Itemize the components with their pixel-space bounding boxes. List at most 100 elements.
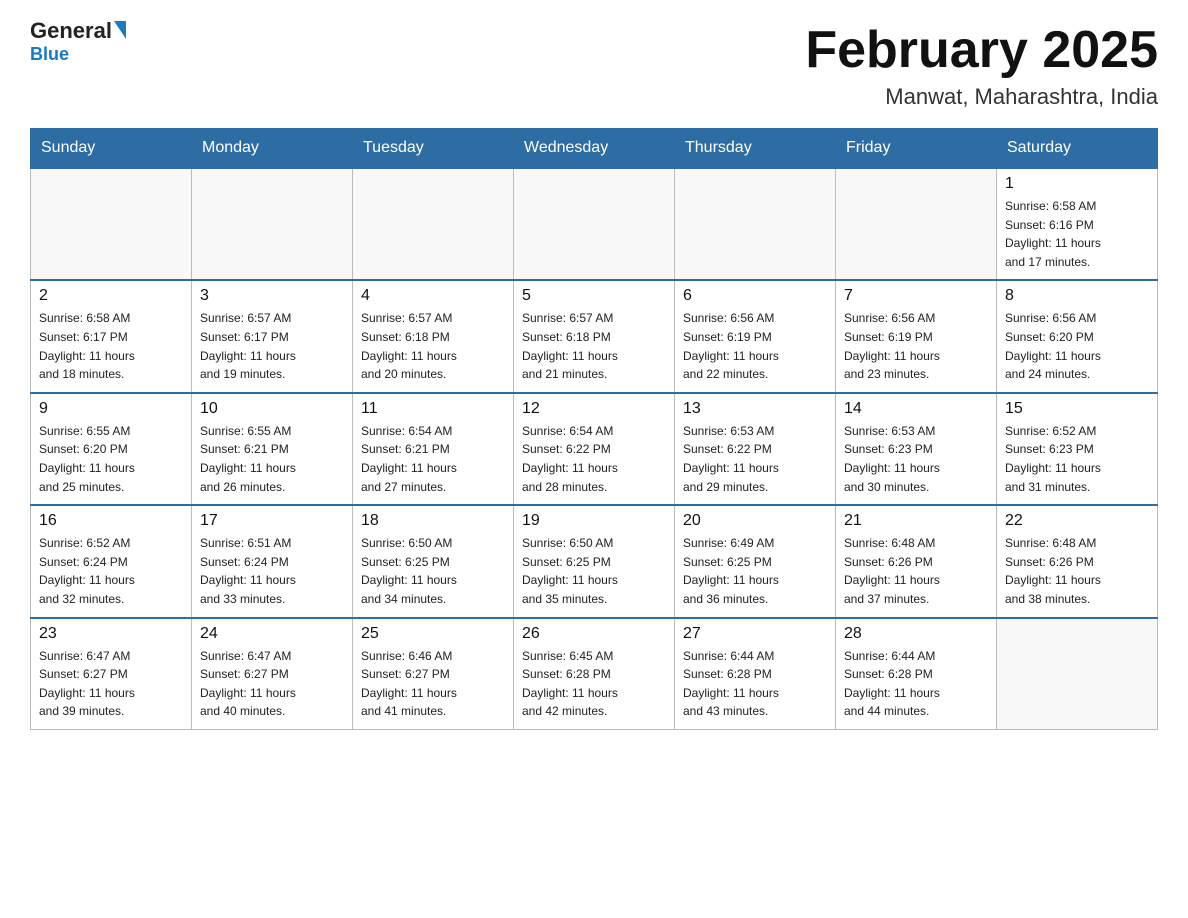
calendar-cell: 6 Sunrise: 6:56 AM Sunset: 6:19 PM Daylig… [675, 280, 836, 392]
logo-general: General [30, 20, 112, 42]
logo-triangle-icon [114, 21, 126, 39]
calendar-cell: 16 Sunrise: 6:52 AM Sunset: 6:24 PM Dayli… [31, 505, 192, 617]
calendar-cell: 11 Sunrise: 6:54 AM Sunset: 6:21 PM Dayli… [353, 393, 514, 505]
week-row-2: 2 Sunrise: 6:58 AM Sunset: 6:17 PM Daylig… [31, 280, 1158, 392]
day-number: 4 [361, 287, 505, 305]
weekday-header-wednesday: Wednesday [514, 129, 675, 169]
day-info: Sunrise: 6:54 AM Sunset: 6:22 PM Dayligh… [522, 422, 666, 496]
day-number: 15 [1005, 400, 1149, 418]
day-number: 8 [1005, 287, 1149, 305]
day-info: Sunrise: 6:47 AM Sunset: 6:27 PM Dayligh… [39, 647, 183, 721]
page-header: General Blue February 2025 Manwat, Mahar… [30, 20, 1158, 110]
calendar-cell: 4 Sunrise: 6:57 AM Sunset: 6:18 PM Daylig… [353, 280, 514, 392]
weekday-header-sunday: Sunday [31, 129, 192, 169]
day-number: 23 [39, 625, 183, 643]
day-info: Sunrise: 6:54 AM Sunset: 6:21 PM Dayligh… [361, 422, 505, 496]
day-number: 17 [200, 512, 344, 530]
day-number: 16 [39, 512, 183, 530]
day-number: 5 [522, 287, 666, 305]
day-info: Sunrise: 6:52 AM Sunset: 6:23 PM Dayligh… [1005, 422, 1149, 496]
weekday-header-friday: Friday [836, 129, 997, 169]
calendar-cell: 25Sunrise: 6:46 AM Sunset: 6:27 PM Dayli… [353, 618, 514, 730]
calendar-cell: 21Sunrise: 6:48 AM Sunset: 6:26 PM Dayli… [836, 505, 997, 617]
day-number: 18 [361, 512, 505, 530]
day-number: 6 [683, 287, 827, 305]
day-info: Sunrise: 6:45 AM Sunset: 6:28 PM Dayligh… [522, 647, 666, 721]
day-number: 19 [522, 512, 666, 530]
week-row-4: 16 Sunrise: 6:52 AM Sunset: 6:24 PM Dayli… [31, 505, 1158, 617]
calendar-cell: 10Sunrise: 6:55 AM Sunset: 6:21 PM Dayli… [192, 393, 353, 505]
day-info: Sunrise: 6:57 AM Sunset: 6:18 PM Dayligh… [522, 309, 666, 383]
weekday-header-monday: Monday [192, 129, 353, 169]
calendar-cell: 8 Sunrise: 6:56 AM Sunset: 6:20 PM Daylig… [997, 280, 1158, 392]
calendar-cell [514, 168, 675, 280]
calendar-cell: 9 Sunrise: 6:55 AM Sunset: 6:20 PM Daylig… [31, 393, 192, 505]
calendar-title-area: February 2025 Manwat, Maharashtra, India [805, 20, 1158, 110]
calendar-cell: 13 Sunrise: 6:53 AM Sunset: 6:22 PM Dayli… [675, 393, 836, 505]
calendar-cell: 18 Sunrise: 6:50 AM Sunset: 6:25 PM Dayli… [353, 505, 514, 617]
calendar-cell: 7 Sunrise: 6:56 AM Sunset: 6:19 PM Daylig… [836, 280, 997, 392]
calendar-table: SundayMondayTuesdayWednesdayThursdayFrid… [30, 128, 1158, 730]
calendar-cell: 28 Sunrise: 6:44 AM Sunset: 6:28 PM Dayli… [836, 618, 997, 730]
day-info: Sunrise: 6:44 AM Sunset: 6:28 PM Dayligh… [683, 647, 827, 721]
weekday-header-thursday: Thursday [675, 129, 836, 169]
day-number: 11 [361, 400, 505, 418]
calendar-cell [31, 168, 192, 280]
day-number: 13 [683, 400, 827, 418]
weekday-header-saturday: Saturday [997, 129, 1158, 169]
day-info: Sunrise: 6:52 AM Sunset: 6:24 PM Dayligh… [39, 534, 183, 608]
month-title: February 2025 [805, 20, 1158, 80]
day-info: Sunrise: 6:48 AM Sunset: 6:26 PM Dayligh… [1005, 534, 1149, 608]
day-info: Sunrise: 6:53 AM Sunset: 6:22 PM Dayligh… [683, 422, 827, 496]
calendar-cell: 2 Sunrise: 6:58 AM Sunset: 6:17 PM Daylig… [31, 280, 192, 392]
day-info: Sunrise: 6:49 AM Sunset: 6:25 PM Dayligh… [683, 534, 827, 608]
day-info: Sunrise: 6:56 AM Sunset: 6:19 PM Dayligh… [844, 309, 988, 383]
day-info: Sunrise: 6:47 AM Sunset: 6:27 PM Dayligh… [200, 647, 344, 721]
week-row-3: 9 Sunrise: 6:55 AM Sunset: 6:20 PM Daylig… [31, 393, 1158, 505]
day-number: 14 [844, 400, 988, 418]
week-row-5: 23 Sunrise: 6:47 AM Sunset: 6:27 PM Dayli… [31, 618, 1158, 730]
day-info: Sunrise: 6:46 AM Sunset: 6:27 PM Dayligh… [361, 647, 505, 721]
calendar-cell: 5 Sunrise: 6:57 AM Sunset: 6:18 PM Daylig… [514, 280, 675, 392]
logo: General Blue [30, 20, 126, 65]
day-info: Sunrise: 6:44 AM Sunset: 6:28 PM Dayligh… [844, 647, 988, 721]
calendar-cell: 12Sunrise: 6:54 AM Sunset: 6:22 PM Dayli… [514, 393, 675, 505]
calendar-cell: 19 Sunrise: 6:50 AM Sunset: 6:25 PM Dayli… [514, 505, 675, 617]
calendar-cell: 15 Sunrise: 6:52 AM Sunset: 6:23 PM Dayli… [997, 393, 1158, 505]
day-number: 22 [1005, 512, 1149, 530]
day-number: 20 [683, 512, 827, 530]
day-info: Sunrise: 6:58 AM Sunset: 6:17 PM Dayligh… [39, 309, 183, 383]
logo-blue: Blue [30, 44, 69, 65]
day-info: Sunrise: 6:57 AM Sunset: 6:17 PM Dayligh… [200, 309, 344, 383]
calendar-cell [997, 618, 1158, 730]
calendar-cell: 14Sunrise: 6:53 AM Sunset: 6:23 PM Dayli… [836, 393, 997, 505]
calendar-cell: 20 Sunrise: 6:49 AM Sunset: 6:25 PM Dayli… [675, 505, 836, 617]
day-info: Sunrise: 6:56 AM Sunset: 6:20 PM Dayligh… [1005, 309, 1149, 383]
calendar-cell [353, 168, 514, 280]
day-number: 28 [844, 625, 988, 643]
calendar-cell: 22 Sunrise: 6:48 AM Sunset: 6:26 PM Dayli… [997, 505, 1158, 617]
day-number: 7 [844, 287, 988, 305]
calendar-cell: 17Sunrise: 6:51 AM Sunset: 6:24 PM Dayli… [192, 505, 353, 617]
day-info: Sunrise: 6:50 AM Sunset: 6:25 PM Dayligh… [361, 534, 505, 608]
weekday-header-tuesday: Tuesday [353, 129, 514, 169]
day-number: 24 [200, 625, 344, 643]
calendar-cell [192, 168, 353, 280]
day-number: 9 [39, 400, 183, 418]
day-info: Sunrise: 6:55 AM Sunset: 6:20 PM Dayligh… [39, 422, 183, 496]
day-info: Sunrise: 6:50 AM Sunset: 6:25 PM Dayligh… [522, 534, 666, 608]
calendar-cell [675, 168, 836, 280]
day-info: Sunrise: 6:57 AM Sunset: 6:18 PM Dayligh… [361, 309, 505, 383]
day-number: 10 [200, 400, 344, 418]
location-title: Manwat, Maharashtra, India [805, 84, 1158, 110]
day-number: 2 [39, 287, 183, 305]
weekday-header-row: SundayMondayTuesdayWednesdayThursdayFrid… [31, 129, 1158, 169]
calendar-cell: 3 Sunrise: 6:57 AM Sunset: 6:17 PM Daylig… [192, 280, 353, 392]
calendar-cell: 1Sunrise: 6:58 AM Sunset: 6:16 PM Daylig… [997, 168, 1158, 280]
day-info: Sunrise: 6:56 AM Sunset: 6:19 PM Dayligh… [683, 309, 827, 383]
day-number: 26 [522, 625, 666, 643]
calendar-cell: 23 Sunrise: 6:47 AM Sunset: 6:27 PM Dayli… [31, 618, 192, 730]
week-row-1: 1Sunrise: 6:58 AM Sunset: 6:16 PM Daylig… [31, 168, 1158, 280]
day-number: 3 [200, 287, 344, 305]
calendar-cell [836, 168, 997, 280]
